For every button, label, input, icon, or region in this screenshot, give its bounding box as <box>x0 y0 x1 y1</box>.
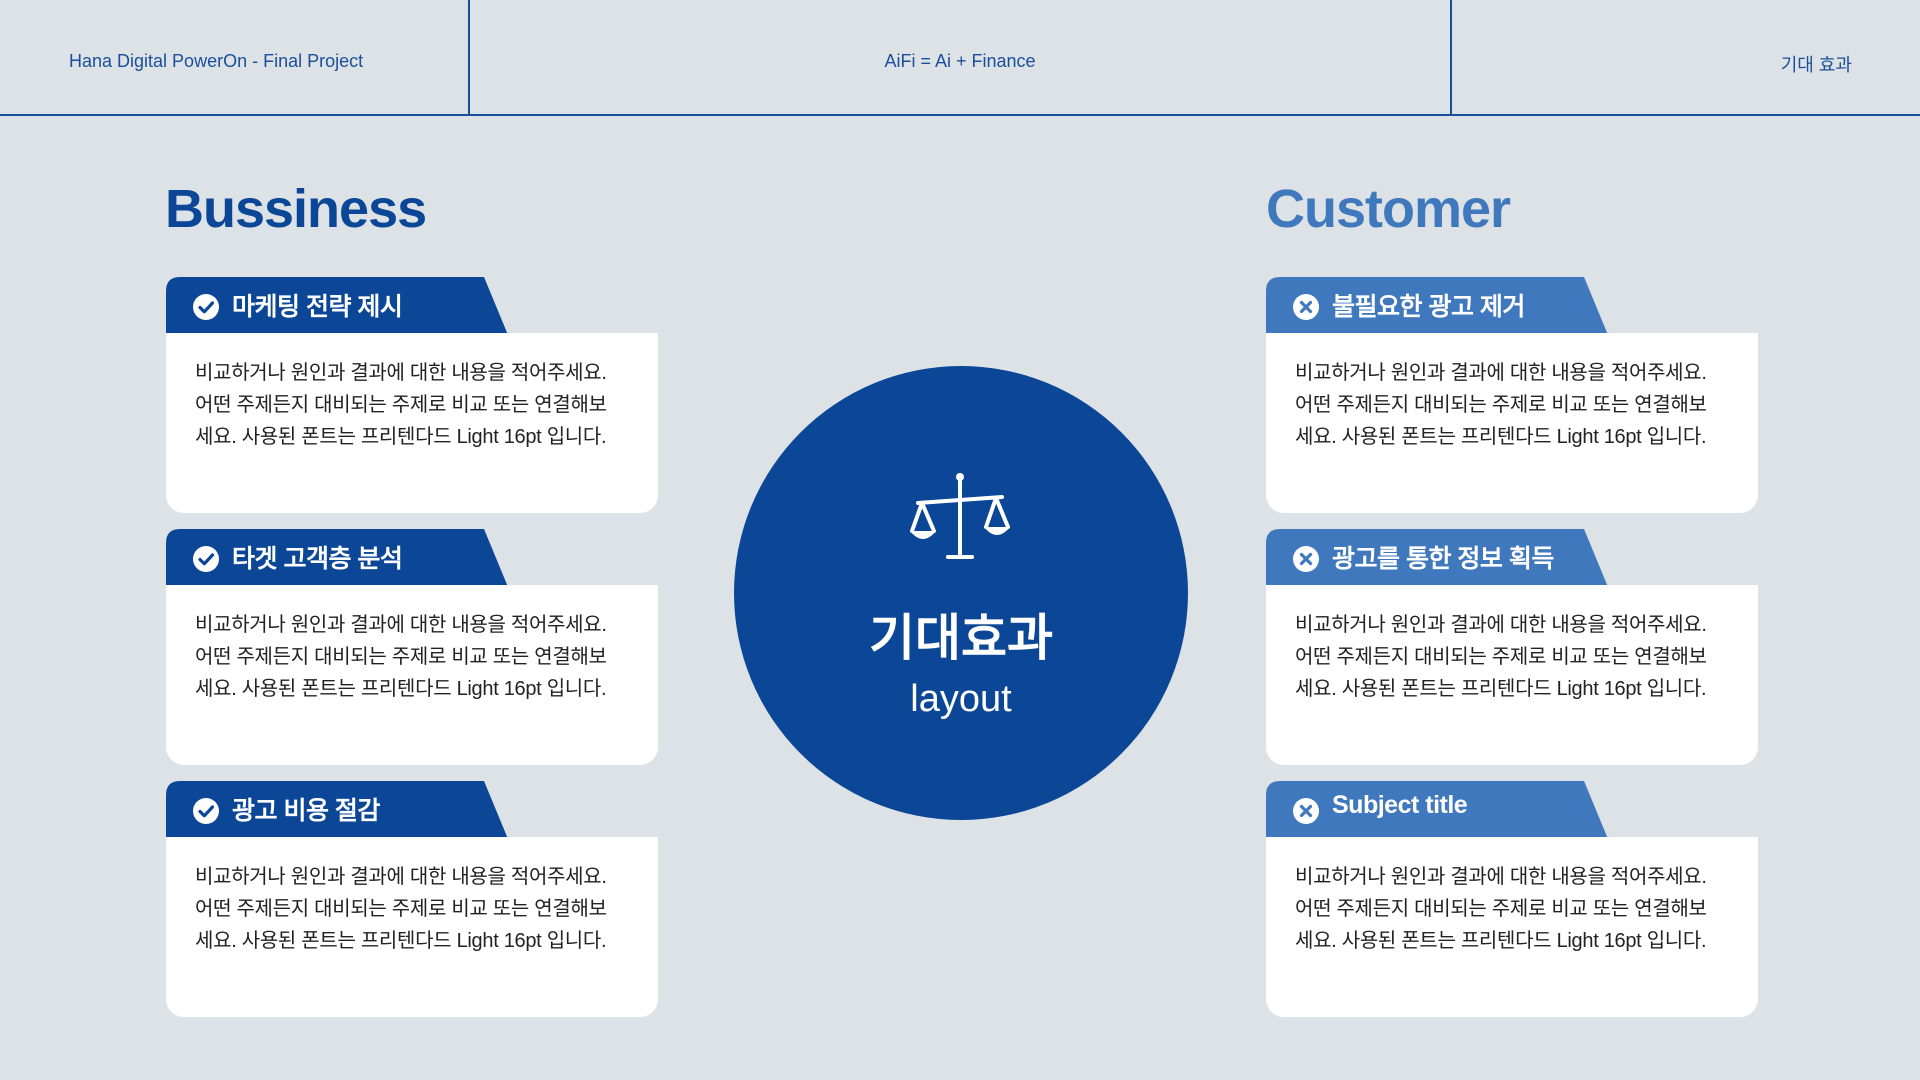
customer-card: 광고를 통한 정보 획득 비교하거나 원인과 결과에 대한 내용을 적어주세요.… <box>1266 529 1758 781</box>
section-title-customer: Customer <box>1266 179 1511 239</box>
card-title: Subject title <box>1332 791 1468 819</box>
card-text-line: 세요. 사용된 폰트는 프리텐다드 Light 16pt 입니다. <box>1295 930 1707 952</box>
card-tab: 불필요한 광고 제거 <box>1266 277 1608 335</box>
card-tab: 광고를 통한 정보 획득 <box>1266 529 1608 587</box>
business-card: 마케팅 전략 제시 비교하거나 원인과 결과에 대한 내용을 적어주세요. 어떤… <box>166 277 658 529</box>
header-project-label: Hana Digital PowerOn - Final Project <box>69 51 364 71</box>
center-circle <box>734 366 1188 820</box>
x-circle-icon <box>1293 798 1319 824</box>
card-text-line: 세요. 사용된 폰트는 프리텐다드 Light 16pt 입니다. <box>195 930 607 952</box>
card-text-line: 비교하거나 원인과 결과에 대한 내용을 적어주세요. <box>1295 614 1707 636</box>
card-tab: Subject title <box>1266 781 1608 839</box>
card-text-line: 비교하거나 원인과 결과에 대한 내용을 적어주세요. <box>1295 866 1707 888</box>
card-text-line: 비교하거나 원인과 결과에 대한 내용을 적어주세요. <box>195 614 607 636</box>
header-tagline: AiFi = Ai + Finance <box>884 51 1036 71</box>
card-text-line: 비교하거나 원인과 결과에 대한 내용을 적어주세요. <box>195 866 607 888</box>
card-text-line: 세요. 사용된 폰트는 프리텐다드 Light 16pt 입니다. <box>1295 426 1707 448</box>
card-text-line: 어떤 주제든지 대비되는 주제로 비교 또는 연결해보 <box>1295 898 1707 920</box>
card-body: 비교하거나 원인과 결과에 대한 내용을 적어주세요. 어떤 주제든지 대비되는… <box>1266 837 1758 1017</box>
card-body: 비교하거나 원인과 결과에 대한 내용을 적어주세요. 어떤 주제든지 대비되는… <box>166 837 658 1017</box>
card-body: 비교하거나 원인과 결과에 대한 내용을 적어주세요. 어떤 주제든지 대비되는… <box>1266 585 1758 765</box>
card-text-line: 세요. 사용된 폰트는 프리텐다드 Light 16pt 입니다. <box>195 678 607 700</box>
slide-header: Hana Digital PowerOn - Final Project AiF… <box>0 0 1920 116</box>
card-body: 비교하거나 원인과 결과에 대한 내용을 적어주세요. 어떤 주제든지 대비되는… <box>166 585 658 765</box>
center-title: 기대효과 <box>869 610 1053 666</box>
card-text-line: 어떤 주제든지 대비되는 주제로 비교 또는 연결해보 <box>1295 394 1707 416</box>
business-card: 타겟 고객층 분석 비교하거나 원인과 결과에 대한 내용을 적어주세요. 어떤… <box>166 529 658 781</box>
card-text-line: 비교하거나 원인과 결과에 대한 내용을 적어주세요. <box>1295 362 1707 384</box>
card-text-line: 세요. 사용된 폰트는 프리텐다드 Light 16pt 입니다. <box>195 426 607 448</box>
card-tab: 마케팅 전략 제시 <box>166 277 508 335</box>
balance-scale-icon <box>910 473 1010 559</box>
header-page-label: 기대 효과 <box>1780 55 1852 75</box>
card-title: 타겟 고객층 분석 <box>232 545 403 573</box>
card-title: 불필요한 광고 제거 <box>1332 293 1525 321</box>
card-text-line: 어떤 주제든지 대비되는 주제로 비교 또는 연결해보 <box>1295 646 1707 668</box>
card-text-line: 세요. 사용된 폰트는 프리텐다드 Light 16pt 입니다. <box>1295 678 1707 700</box>
center-subtitle: layout <box>910 678 1012 720</box>
card-tab: 광고 비용 절감 <box>166 781 508 839</box>
card-text-line: 어떤 주제든지 대비되는 주제로 비교 또는 연결해보 <box>195 646 607 668</box>
card-text-line: 비교하거나 원인과 결과에 대한 내용을 적어주세요. <box>195 362 607 384</box>
x-circle-icon <box>1293 546 1319 572</box>
x-circle-icon <box>1293 294 1319 320</box>
card-title: 마케팅 전략 제시 <box>232 293 403 321</box>
card-body: 비교하거나 원인과 결과에 대한 내용을 적어주세요. 어떤 주제든지 대비되는… <box>1266 333 1758 513</box>
check-circle-icon <box>193 546 219 572</box>
section-title-business: Bussiness <box>165 179 427 239</box>
card-text-line: 어떤 주제든지 대비되는 주제로 비교 또는 연결해보 <box>195 394 607 416</box>
card-text-line: 어떤 주제든지 대비되는 주제로 비교 또는 연결해보 <box>195 898 607 920</box>
customer-card: 불필요한 광고 제거 비교하거나 원인과 결과에 대한 내용을 적어주세요. 어… <box>1266 277 1758 529</box>
card-title: 광고를 통한 정보 획득 <box>1332 545 1554 573</box>
check-circle-icon <box>193 798 219 824</box>
header-divider <box>1450 0 1452 116</box>
customer-card: Subject title 비교하거나 원인과 결과에 대한 내용을 적어주세요… <box>1266 781 1758 1033</box>
business-card: 광고 비용 절감 비교하거나 원인과 결과에 대한 내용을 적어주세요. 어떤 … <box>166 781 658 1033</box>
card-title: 광고 비용 절감 <box>232 797 380 825</box>
check-circle-icon <box>193 294 219 320</box>
card-body: 비교하거나 원인과 결과에 대한 내용을 적어주세요. 어떤 주제든지 대비되는… <box>166 333 658 513</box>
card-tab: 타겟 고객층 분석 <box>166 529 508 587</box>
